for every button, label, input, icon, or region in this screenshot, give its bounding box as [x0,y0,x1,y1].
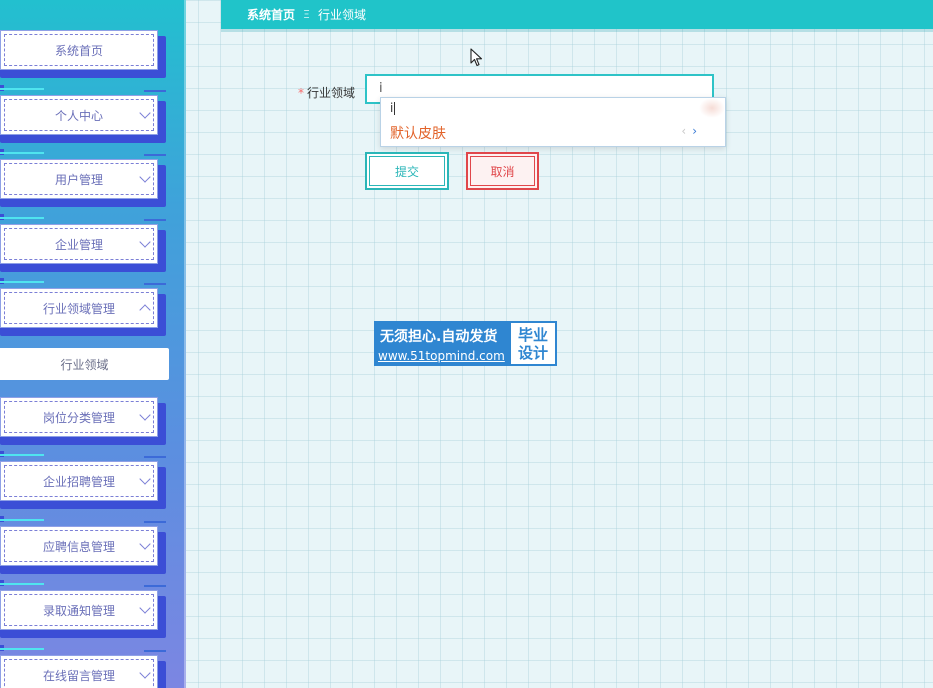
sidebar-item-label: 系统首页 [54,43,103,58]
decor-line [0,583,44,585]
field-label: * 行业领域 [298,84,355,101]
cancel-button[interactable]: 取消 [466,152,539,190]
sidebar-item-label: 用户管理 [54,172,103,187]
sidebar-item-online-messages[interactable]: 在线留言管理 [0,645,168,688]
decor-line [0,152,44,154]
cancel-button-label: 取消 [490,164,515,179]
sidebar-item-label: 个人中心 [54,108,103,123]
watermark-ad: 无须担心.自动发货 www.51topmind.com 毕业 设计 [374,321,557,366]
decor-line [0,519,44,521]
sidebar-item-industry-management[interactable]: 行业领域管理 [0,278,168,336]
breadcrumb: 系统首页 Ξ 行业领域 [221,0,933,29]
decor-line [144,521,166,523]
watermark-badge-line1: 毕业 [517,325,548,344]
sidebar-item-admission-notice[interactable]: 录取通知管理 [0,580,168,638]
watermark-url[interactable]: www.51topmind.com [378,349,505,363]
sidebar-item-label: 岗位分类管理 [42,410,115,425]
ime-glow [699,98,725,118]
submit-button[interactable]: 提交 [365,152,449,190]
breadcrumb-current: 行业领域 [317,8,366,22]
sidebar-item-label: 企业招聘管理 [42,474,115,489]
sidebar-item-home[interactable]: 系统首页 [0,30,168,78]
menu-item-face: 用户管理 [0,159,158,199]
ime-nav: ‹› [681,124,703,138]
sidebar-item-personal-center[interactable]: 个人中心 [0,85,168,143]
decor-line [144,650,166,652]
menu-item-face: 个人中心 [0,95,158,135]
sidebar-item-user-management[interactable]: 用户管理 [0,149,168,207]
decor-line [144,154,166,156]
sidebar-item-label: 行业领域管理 [42,301,115,316]
decor-line [0,88,44,90]
sidebar-item-label: 企业管理 [54,237,103,252]
watermark-badge-line2: 设计 [517,343,548,362]
watermark-line1: 无须担心.自动发货 [380,329,498,345]
sidebar-item-enterprise-management[interactable]: 企业管理 [0,214,168,272]
menu-item-face: 企业管理 [0,224,158,264]
mouse-cursor-icon [470,48,483,67]
ime-composition: i [390,101,394,115]
decor-line [144,456,166,458]
menu-item-face: 行业领域管理 [0,288,158,328]
sidebar: 系统首页 个人中心 用户管理 企业管理 行业领域管理 行业领域 岗位分类管理 企… [0,0,186,688]
sidebar-item-label: 录取通知管理 [42,603,115,618]
required-mark: * [298,86,304,100]
sidebar-subitem-industry[interactable]: 行业领域 [0,348,169,380]
industry-input-value: i [379,81,383,96]
menu-item-face: 在线留言管理 [0,655,158,688]
decor-line [0,648,44,650]
decor-line [144,283,166,285]
breadcrumb-home[interactable]: 系统首页 [247,6,295,23]
chevron-left-icon[interactable]: ‹ [681,124,692,138]
watermark-badge: 毕业 设计 [511,323,555,364]
decor-line [0,454,44,456]
sidebar-item-label: 应聘信息管理 [42,539,115,554]
ime-candidate-popup: i 默认皮肤 ‹› [380,97,726,147]
chevron-right-icon[interactable]: › [692,124,703,138]
menu-item-face: 应聘信息管理 [0,526,158,566]
menu-item-face: 岗位分类管理 [0,397,158,437]
submit-button-label: 提交 [394,164,419,179]
breadcrumb-separator-icon: Ξ [303,8,310,21]
ime-candidate[interactable]: 默认皮肤 [390,123,446,143]
menu-item-face: 录取通知管理 [0,590,158,630]
decor-line [144,219,166,221]
decor-line [144,90,166,92]
field-label-text: 行业领域 [307,86,356,100]
decor-line [0,281,44,283]
decor-line [0,217,44,219]
menu-item-face: 企业招聘管理 [0,461,158,501]
menu-item-face: 系统首页 [0,30,158,70]
sidebar-item-recruitment[interactable]: 企业招聘管理 [0,451,168,509]
watermark-text-block: 无须担心.自动发货 www.51topmind.com [374,321,510,366]
sidebar-subitem-label: 行业领域 [60,357,109,372]
sidebar-item-position-category[interactable]: 岗位分类管理 [0,397,168,445]
decor-line [144,585,166,587]
sidebar-item-label: 在线留言管理 [42,668,115,683]
sidebar-item-applications[interactable]: 应聘信息管理 [0,516,168,574]
